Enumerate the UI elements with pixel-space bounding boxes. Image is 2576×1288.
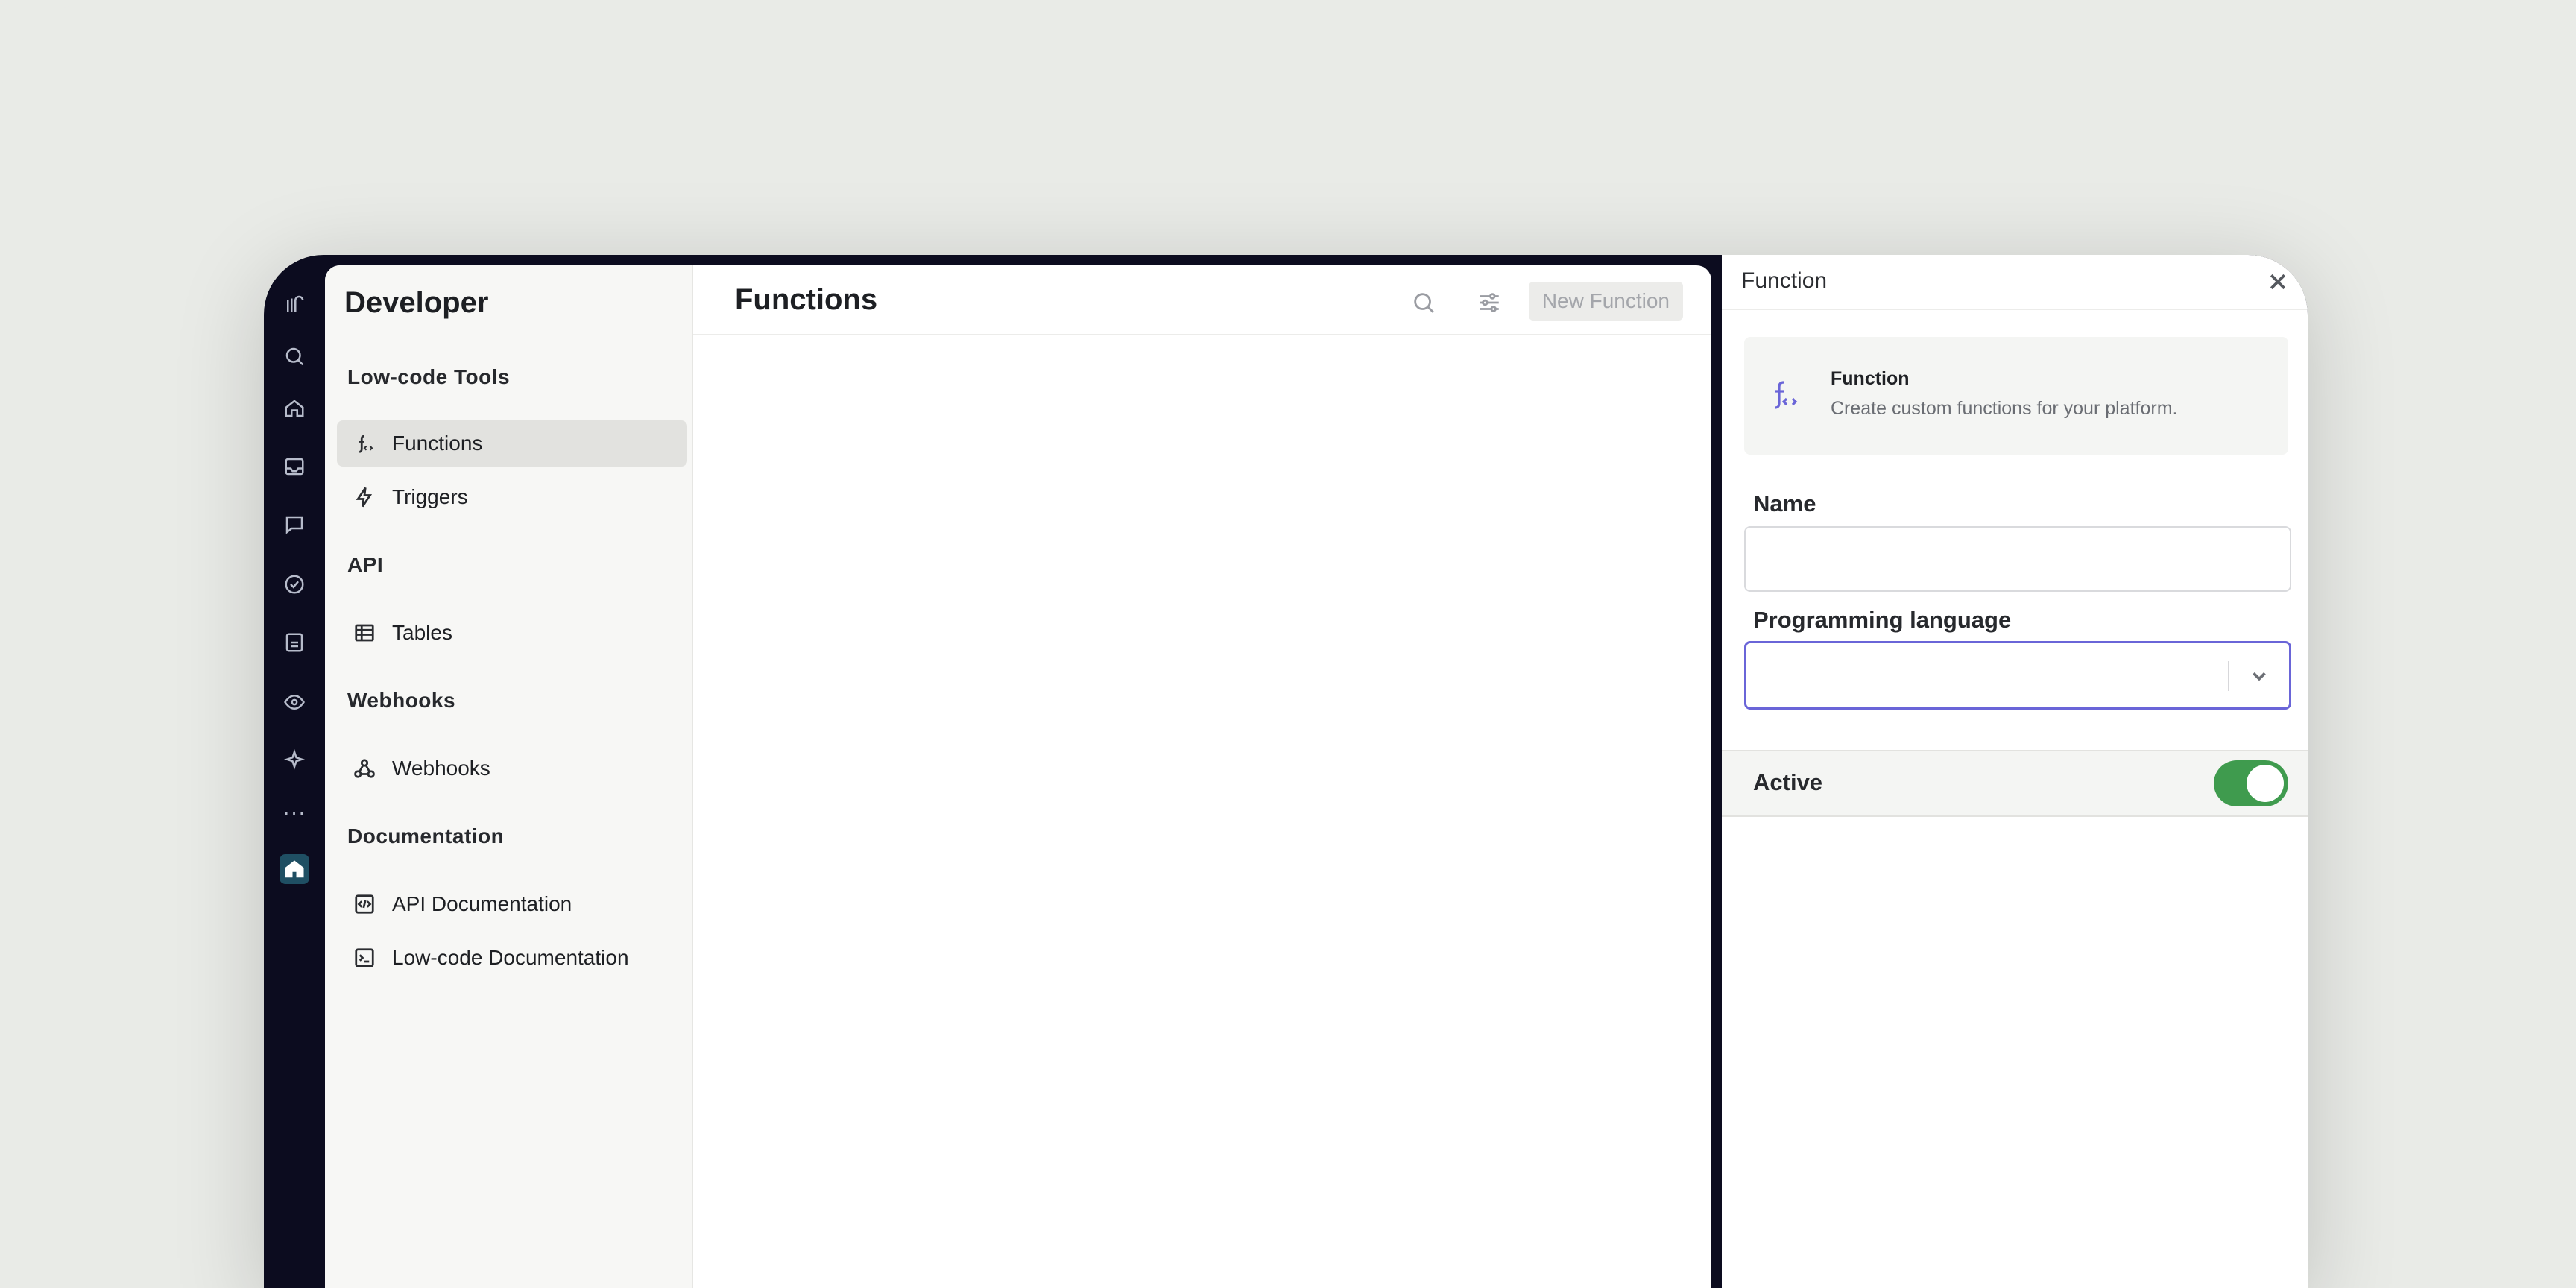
code-icon [352,891,377,917]
lightning-icon [352,484,377,510]
webhook-icon [352,756,377,781]
chevron-down-icon[interactable] [2243,660,2276,692]
sidebar-item-label: Tables [392,621,452,644]
sidebar-item-label: Low-code Documentation [392,946,629,969]
inbox-icon[interactable] [280,452,309,482]
page-title: Functions [735,283,878,316]
chat-icon[interactable] [280,510,309,540]
card-title: Function [1831,368,1910,389]
sidebar-item-low-code-documentation[interactable]: Low-code Documentation [337,935,687,981]
sparkle-icon[interactable] [280,745,309,775]
table-icon [352,620,377,645]
sidebar-item-label: API Documentation [392,892,572,915]
function-icon [352,431,377,456]
sidebar-item-label: Webhooks [392,757,490,780]
eye-icon[interactable] [280,687,309,717]
panel-title: Function [1741,268,1828,293]
card-description: Create custom functions for your platfor… [1831,398,2178,419]
name-label: Name [1753,490,1816,517]
section-title-api: API [347,553,384,576]
programming-language-label: Programming language [1753,607,2012,633]
search-icon[interactable] [280,341,309,371]
name-field[interactable] [1744,526,2291,592]
home-icon[interactable] [280,394,309,423]
close-icon[interactable] [2263,267,2293,297]
new-function-button[interactable]: New Function [1528,282,1683,321]
main-header: Functions New Function [693,265,1711,335]
sidebar-item-api-documentation[interactable]: API Documentation [337,881,687,927]
sidebar-item-tables[interactable]: Tables [337,610,687,656]
more-icon[interactable]: ··· [280,798,309,827]
active-row: Active [1722,750,2308,817]
function-panel: Function Function Create custom function… [1722,255,2308,1288]
main-content: Functions New Function [693,265,1711,1288]
icon-rail: ··· [264,255,325,1288]
filter-icon[interactable] [1474,288,1504,318]
info-card: Function Create custom functions for you… [1744,337,2288,455]
document-icon[interactable] [280,628,309,657]
search-icon[interactable] [1409,288,1439,318]
active-label: Active [1753,769,1823,795]
sidebar-item-webhooks[interactable]: Webhooks [337,745,687,792]
section-title-low-code-tools: Low-code Tools [347,365,511,388]
sidebar-title: Developer [344,286,489,319]
sidebar-item-functions[interactable]: Functions [337,420,687,467]
sidebar: Developer Low-code Tools Functions Trigg… [325,265,693,1288]
section-title-webhooks: Webhooks [347,689,456,712]
workspace-home-icon[interactable] [280,854,309,884]
check-circle-icon[interactable] [280,569,309,599]
sidebar-item-triggers[interactable]: Triggers [337,474,687,520]
programming-language-select[interactable] [1744,641,2291,710]
panel-header: Function [1722,255,2308,310]
terminal-icon [352,945,377,970]
function-icon [1764,374,1804,414]
logo-icon[interactable] [280,289,309,319]
active-toggle[interactable] [2214,760,2288,806]
app-content: Developer Low-code Tools Functions Trigg… [325,265,1711,1288]
sidebar-item-label: Triggers [392,485,468,508]
select-divider [2228,661,2229,691]
toggle-knob [2247,765,2284,802]
sidebar-item-label: Functions [392,432,483,455]
section-title-documentation: Documentation [347,824,505,847]
